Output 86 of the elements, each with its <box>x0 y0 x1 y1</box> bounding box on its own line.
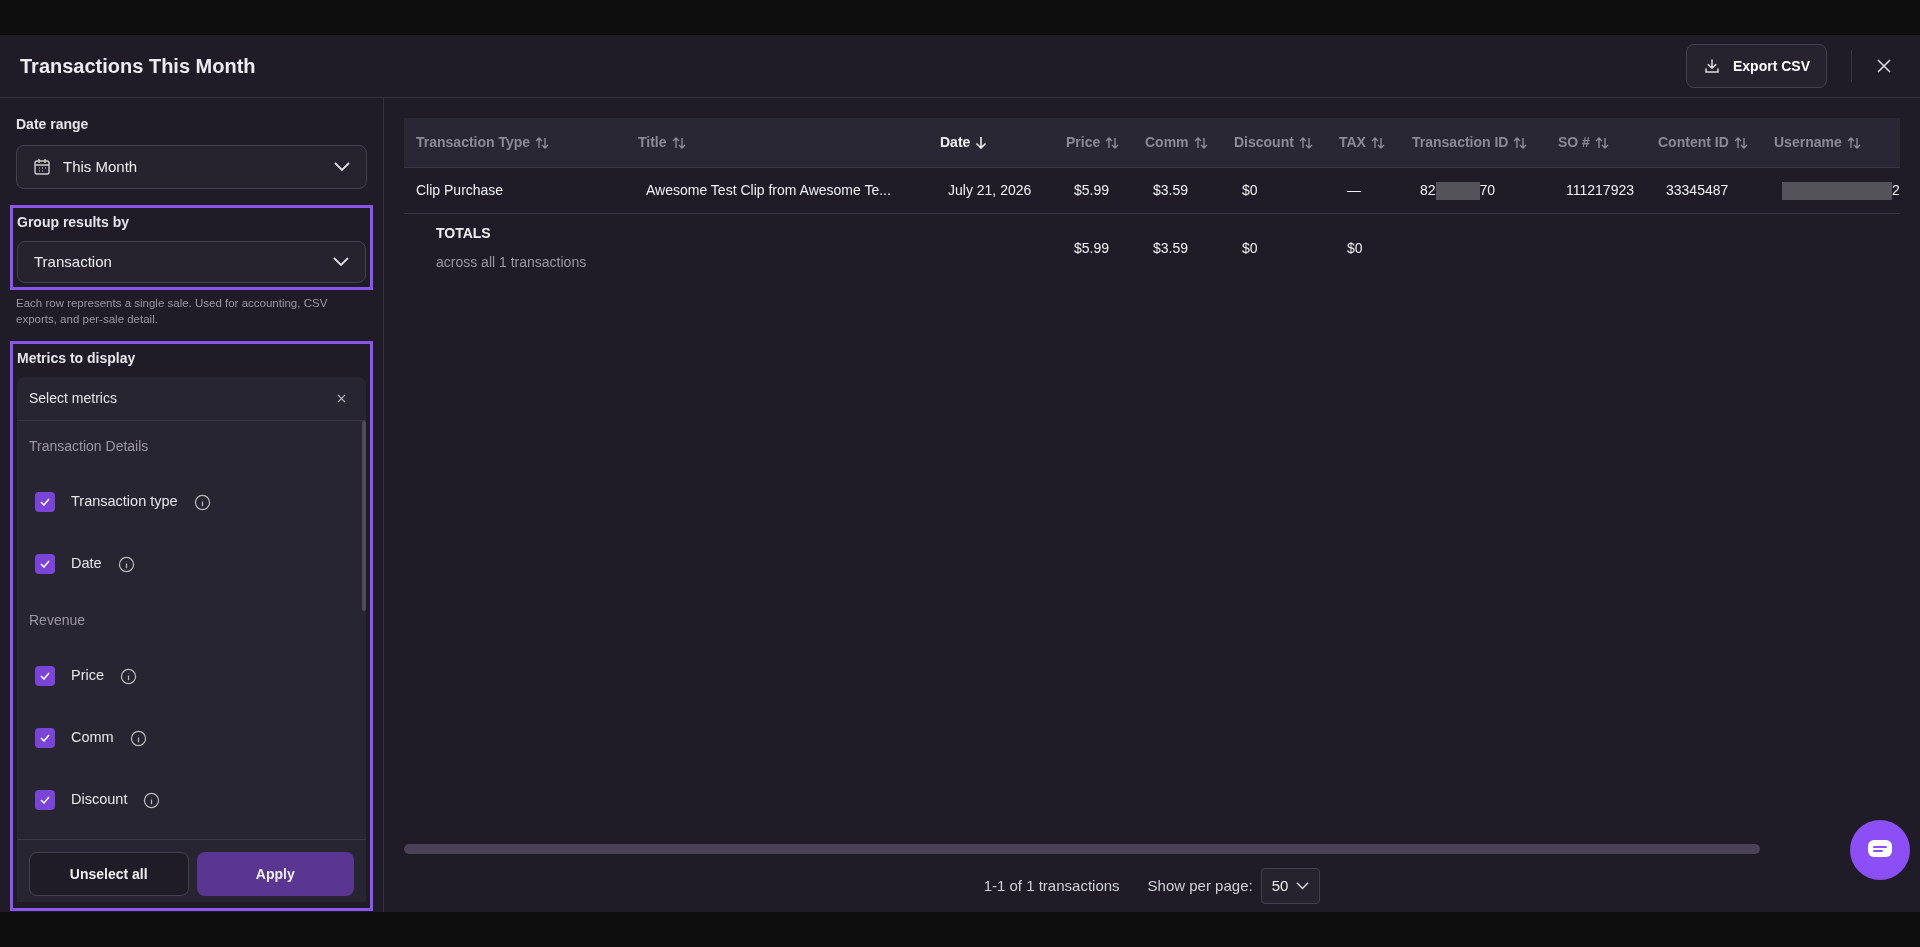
redaction-block <box>1435 181 1480 200</box>
checkbox-label[interactable]: Date <box>71 553 102 575</box>
panel-title: Select metrics <box>29 389 118 408</box>
column-header[interactable]: SO # <box>1546 132 1646 153</box>
checkmark-icon <box>40 498 50 506</box>
checkbox[interactable] <box>35 728 55 748</box>
info-icon[interactable] <box>120 667 138 685</box>
per-page-label: Show per page: <box>1147 875 1253 896</box>
sort-icon <box>1298 136 1313 149</box>
column-header[interactable]: Title <box>626 132 928 153</box>
totals-label: TOTALS <box>436 224 492 243</box>
sort-icon <box>671 136 686 149</box>
sort-icon <box>1733 136 1748 149</box>
field-label: Metrics to display <box>17 349 137 368</box>
info-icon[interactable] <box>143 791 161 809</box>
total-value: $0 <box>1242 239 1258 256</box>
table-cell-text: — <box>1347 181 1361 200</box>
vertical-scrollbar[interactable] <box>362 421 366 611</box>
checkbox[interactable] <box>35 492 55 512</box>
sort-icon <box>1846 136 1861 149</box>
field-label: Group results by <box>17 213 131 232</box>
column-header[interactable]: Transaction Type <box>404 132 626 153</box>
helper-text: Each row represents a single sale. Used for accounting, CSV exports, and per-sale detail. <box>15 296 329 327</box>
dialog-title: Transactions This Month <box>20 54 256 79</box>
sort-icon <box>1513 136 1528 149</box>
checkbox[interactable] <box>35 666 55 686</box>
info-icon[interactable] <box>193 493 211 511</box>
checkbox[interactable] <box>35 554 55 574</box>
column-header[interactable]: Content ID <box>1646 132 1762 153</box>
group-heading: Transaction Details <box>29 436 150 456</box>
table-cell-text: July 21, 2026 <box>948 181 1032 200</box>
checkmark-icon <box>40 796 50 804</box>
group-heading: Revenue <box>29 610 87 630</box>
pagination-summary: 1-1 of 1 transactions <box>983 875 1120 896</box>
sort-icon <box>1594 136 1609 149</box>
column-header[interactable]: Date <box>928 132 1054 153</box>
column-header[interactable]: Price <box>1054 132 1133 153</box>
checkbox-label[interactable]: Transaction type <box>71 491 178 513</box>
checkmark-icon <box>40 734 50 742</box>
download-icon <box>1703 57 1721 75</box>
sort-icon <box>1105 136 1120 149</box>
sort-icon <box>535 136 550 149</box>
checkbox[interactable] <box>35 790 55 810</box>
table-cell-text: 33345487 <box>1666 181 1729 200</box>
table-cell-text: Awesome Test Clip from Awesome Te... <box>646 181 891 200</box>
group-by-select[interactable]: Transaction <box>17 241 366 283</box>
total-value: $0 <box>1347 239 1363 256</box>
export-csv-button[interactable]: Export CSV <box>1686 44 1827 88</box>
horizontal-scrollbar[interactable] <box>404 844 1760 854</box>
close-icon[interactable] <box>1876 58 1892 74</box>
calendar-icon <box>33 158 51 176</box>
table-cell-text: 2 <box>1892 181 1900 200</box>
table-cell-text: $5.99 <box>1074 181 1110 200</box>
info-icon[interactable] <box>129 729 147 747</box>
apply-button[interactable]: Apply <box>196 852 354 896</box>
checkbox-label[interactable]: Price <box>71 665 105 687</box>
column-header[interactable]: Transaction ID <box>1400 132 1546 153</box>
table-cell-text: 82 <box>1420 181 1436 200</box>
field-label: Date range <box>15 115 90 134</box>
total-value: $3.59 <box>1153 239 1189 256</box>
total-value: $5.99 <box>1074 239 1110 256</box>
info-icon[interactable] <box>117 555 135 573</box>
table-cell-text: 70 <box>1479 181 1496 200</box>
column-header[interactable]: TAX <box>1327 132 1400 153</box>
per-page-select[interactable]: 50 <box>1260 868 1321 904</box>
chevron-down-icon <box>1296 882 1310 890</box>
date-range-select[interactable]: This Month <box>16 145 367 189</box>
totals-caption: across all 1 transactions <box>436 253 588 272</box>
checkbox-label[interactable]: Discount <box>71 789 128 811</box>
table-cell-text: Clip Purchase <box>416 181 504 200</box>
column-header[interactable]: Discount <box>1222 132 1327 153</box>
checkbox-label[interactable]: Comm <box>71 727 114 749</box>
column-header[interactable]: Comm <box>1133 132 1222 153</box>
sort-icon <box>1370 136 1385 149</box>
column-header[interactable]: Username <box>1762 132 1900 153</box>
table-cell-text: 111217923 <box>1566 181 1634 200</box>
table-cell-text: $0 <box>1242 181 1258 200</box>
checkmark-icon <box>40 672 50 680</box>
close-icon[interactable] <box>337 394 346 403</box>
chevron-down-icon <box>333 257 349 267</box>
sort-descending-icon <box>975 136 988 149</box>
unselect-all-button[interactable]: Unselect all <box>29 852 189 896</box>
chevron-down-icon <box>334 162 350 172</box>
table-cell-text: $3.59 <box>1153 181 1189 200</box>
sort-icon <box>1193 136 1208 149</box>
checkmark-icon <box>40 560 50 568</box>
